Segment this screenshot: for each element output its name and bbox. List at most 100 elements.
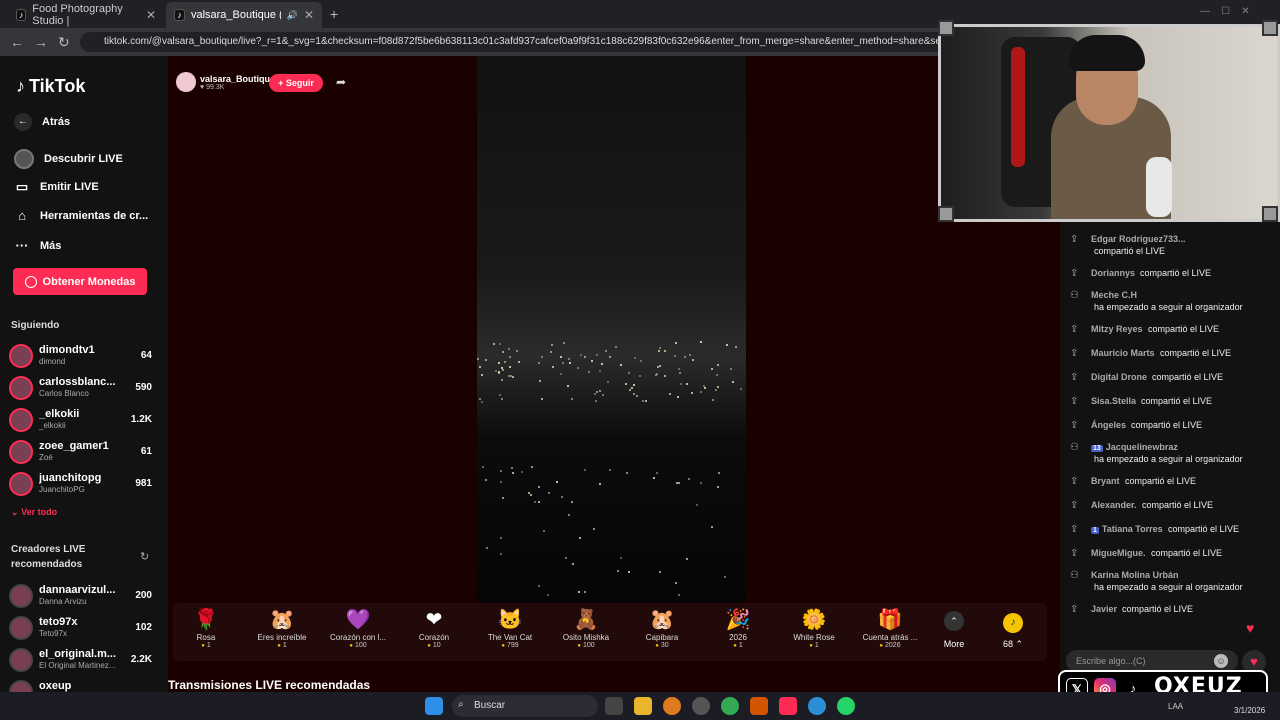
windows-start-icon[interactable] bbox=[425, 697, 443, 715]
vlc-icon[interactable] bbox=[750, 697, 768, 715]
chat-username[interactable]: Edgar Rodriguez733... bbox=[1091, 234, 1186, 244]
close-tab-icon[interactable]: ✕ bbox=[146, 8, 156, 22]
chat-username[interactable]: Mauricio Marts bbox=[1091, 348, 1155, 358]
following-item[interactable]: juanchitopg JuanchitoPG 981 bbox=[9, 470, 152, 498]
gift-price: 1 bbox=[781, 642, 847, 649]
gift-item[interactable]: 🐹 Capibara30 bbox=[629, 607, 695, 649]
city-light bbox=[596, 391, 599, 394]
share-icon[interactable]: ➦ bbox=[336, 75, 346, 89]
following-item[interactable]: _elkokii _elkokii 1.2K bbox=[9, 406, 152, 434]
city-light bbox=[511, 466, 514, 469]
account-nickname: Zoé bbox=[39, 453, 53, 462]
gift-item[interactable]: 🎉 20261 bbox=[705, 607, 771, 649]
following-item[interactable]: carlossblanc... Carlos Blanco 590 bbox=[9, 374, 152, 402]
obs-icon[interactable] bbox=[692, 697, 710, 715]
chat-username[interactable]: 13 Jacquelinewbraz bbox=[1091, 442, 1178, 452]
city-light bbox=[632, 384, 635, 387]
chat-username[interactable]: Meche C.H bbox=[1091, 290, 1137, 300]
file-explorer-icon[interactable] bbox=[634, 697, 652, 715]
emoji-icon[interactable]: ☺ bbox=[1214, 654, 1228, 668]
chat-username[interactable]: Doriannys bbox=[1091, 268, 1135, 278]
city-light bbox=[568, 513, 571, 516]
chat-username[interactable]: MigueMigue. bbox=[1091, 548, 1146, 558]
chat-input[interactable]: Escribe algo...(C) ☺ bbox=[1066, 650, 1238, 672]
recommended-item[interactable]: el_original.m... El Original Martinez...… bbox=[9, 646, 152, 674]
tiktok-app-icon[interactable] bbox=[779, 697, 797, 715]
window-controls[interactable]: — ☐ ✕ bbox=[1200, 6, 1250, 17]
more-gifts-button[interactable]: ⌃ More bbox=[939, 611, 969, 649]
back-arrow-icon[interactable]: ← bbox=[10, 34, 24, 50]
nav-more[interactable]: ··· Más bbox=[14, 238, 62, 253]
taskbar-search[interactable]: ⌕ Buscar bbox=[452, 695, 598, 717]
chat-username[interactable]: Alexander. bbox=[1091, 500, 1137, 510]
microphone bbox=[1146, 157, 1172, 217]
chat-username[interactable]: Ángeles bbox=[1091, 420, 1126, 430]
city-light bbox=[710, 367, 713, 370]
chat-username[interactable]: Javier bbox=[1091, 604, 1117, 614]
address-bar[interactable]: tiktok.com/@valsara_boutique/live?_r=1&_… bbox=[80, 32, 950, 52]
nav-go-live[interactable]: ▭ Emitir LIVE bbox=[14, 179, 99, 195]
city-light bbox=[504, 360, 507, 363]
chat-username[interactable]: Sisa.Stella bbox=[1091, 396, 1136, 406]
gift-item[interactable]: 🧸 Osito Mishka100 bbox=[553, 607, 619, 649]
live-video[interactable] bbox=[477, 56, 746, 602]
chat-username[interactable]: Bryant bbox=[1091, 476, 1120, 486]
audio-icon[interactable]: 🔊 bbox=[287, 10, 298, 21]
whatsapp-icon[interactable] bbox=[837, 697, 855, 715]
nav-creator-tools[interactable]: ⌂ Herramientas de cr... bbox=[14, 208, 148, 223]
avatar bbox=[9, 680, 33, 692]
refresh-icon[interactable]: ↻ bbox=[140, 550, 149, 563]
gift-item[interactable]: 🌹 Rosa1 bbox=[173, 607, 239, 649]
chat-username[interactable]: Mitzy Reyes bbox=[1091, 324, 1143, 334]
city-light bbox=[593, 392, 596, 395]
chat-username-text: Alexander. bbox=[1091, 500, 1137, 510]
browser-tab-valsara[interactable]: ♪ valsara_Boutique (@valsara 🔊 ✕ bbox=[166, 2, 322, 28]
follow-button[interactable]: + Seguir bbox=[269, 74, 323, 92]
search-icon: ⌕ bbox=[458, 699, 464, 710]
close-tab-icon[interactable]: ✕ bbox=[304, 8, 314, 22]
gift-item[interactable]: 🌼 White Rose1 bbox=[781, 607, 847, 649]
gift-item[interactable]: 🐹 Eres increíble1 bbox=[249, 607, 315, 649]
recommended-item[interactable]: dannaarvizul... Danna Arvizu 200 bbox=[9, 582, 152, 610]
gift-item[interactable]: 🐱 The Van Cat799 bbox=[477, 607, 543, 649]
input-language[interactable]: LAA bbox=[1168, 702, 1183, 711]
gift-item[interactable]: 💜 Corazón con l...100 bbox=[325, 607, 391, 649]
viewer-count: 64 bbox=[140, 350, 152, 361]
task-view-icon[interactable] bbox=[605, 697, 623, 715]
city-light bbox=[659, 347, 662, 350]
viewer-count: 590 bbox=[135, 382, 152, 393]
following-item[interactable]: dimondtv1 dimond 64 bbox=[9, 342, 152, 370]
following-item[interactable]: zoee_gamer1 Zoé 61 bbox=[9, 438, 152, 466]
get-coins-button[interactable]: Obtener Monedas bbox=[13, 268, 147, 295]
recommended-item[interactable]: oxeup bbox=[9, 678, 152, 692]
city-light bbox=[601, 394, 604, 397]
gift-icon: 🎉 bbox=[725, 609, 751, 631]
city-light bbox=[588, 370, 591, 373]
chat-username[interactable]: Karina Molina Urbán bbox=[1091, 570, 1179, 580]
app-icon[interactable] bbox=[663, 697, 681, 715]
city-light bbox=[537, 485, 540, 488]
forward-arrow-icon[interactable]: → bbox=[34, 34, 48, 50]
clock-date[interactable]: 3/1/2026 bbox=[1234, 706, 1265, 715]
city-light bbox=[500, 481, 503, 484]
nav-label: Emitir LIVE bbox=[40, 181, 99, 193]
chrome-icon[interactable] bbox=[721, 697, 739, 715]
avatar bbox=[9, 648, 33, 672]
gift-item[interactable]: ❤ Corazón10 bbox=[401, 607, 467, 649]
gift-item[interactable]: 🎁 Cuenta atrás ...2026 bbox=[857, 607, 923, 649]
city-light bbox=[501, 378, 504, 381]
see-all-link[interactable]: ⌄ Ver todo bbox=[11, 507, 57, 518]
recommended-item[interactable]: teto97x Teto97x 102 bbox=[9, 614, 152, 642]
telegram-icon[interactable] bbox=[808, 697, 826, 715]
chat-username[interactable]: Digital Drone bbox=[1091, 372, 1147, 382]
browser-tab-food[interactable]: ♪ Food Photography Studio | ✕ bbox=[8, 2, 164, 28]
reload-icon[interactable]: ↻ bbox=[58, 34, 70, 51]
chat-username[interactable]: 1 Tatiana Torres bbox=[1091, 524, 1163, 534]
chat-text: compartió el LIVE bbox=[1131, 420, 1203, 430]
nav-discover-live[interactable]: Descubrir LIVE bbox=[14, 149, 123, 169]
back-link[interactable]: ← Atrás bbox=[14, 113, 70, 131]
tiktok-logo[interactable]: ♪ TikTok bbox=[16, 76, 85, 97]
coin-balance[interactable]: ♪ 68 ⌃ bbox=[1003, 613, 1023, 650]
chat-username-text: Sisa.Stella bbox=[1091, 396, 1137, 406]
new-tab-icon[interactable]: + bbox=[330, 6, 338, 22]
